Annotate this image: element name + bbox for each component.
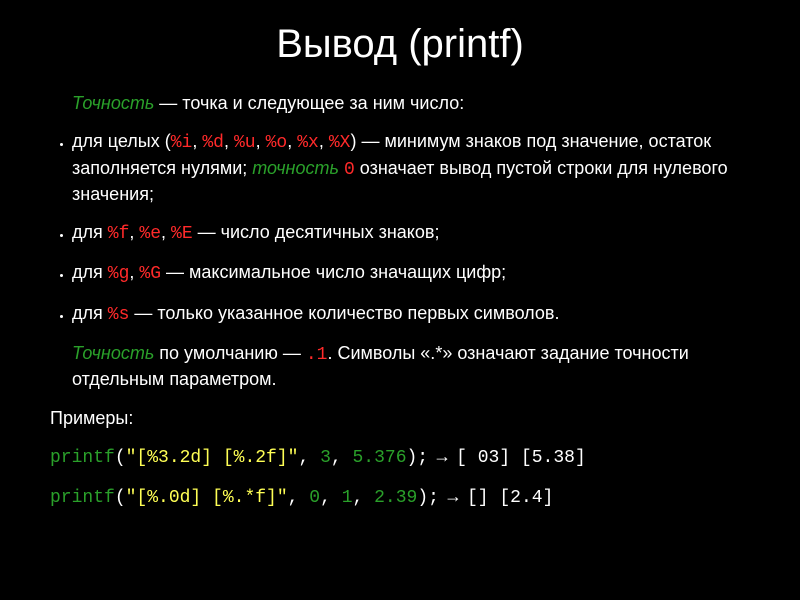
arg-int: 3 (320, 448, 331, 468)
arg-float: 2.39 (374, 488, 417, 508)
paren-open: ( (115, 448, 126, 468)
arg-float: 5.376 (352, 448, 406, 468)
bullet-pre: для (72, 262, 108, 282)
bullet-pre: для (72, 303, 108, 323)
paren-open: ( (115, 488, 126, 508)
arg-sep: , (298, 448, 320, 468)
printf-call: printf (50, 448, 115, 468)
format-specifier: %g (108, 264, 130, 284)
output: [ 03] [5.38] (456, 448, 586, 468)
arrow: → (439, 486, 467, 506)
default-precision-paragraph: Точность по умолчанию — .1. Символы «.*»… (50, 341, 750, 392)
arg-sep: , (320, 488, 342, 508)
paren-close: ); (407, 448, 429, 468)
bullet-pre: для целых ( (72, 131, 171, 151)
printf-call: printf (50, 488, 115, 508)
bullet-tail: — максимальное число значащих цифр; (161, 262, 506, 282)
bullet-item-s: для %s — только указанное количество пер… (72, 301, 750, 327)
format-specifier: %f (108, 224, 130, 244)
precision-zero: 0 (344, 160, 355, 180)
code-example-1: printf("[%3.2d] [%.2f]", 3, 5.376); → [ … (50, 444, 750, 470)
precision-term: точность (252, 158, 339, 178)
format-specifier: %s (108, 305, 130, 325)
bullet-tail: — число десятичных знаков; (193, 222, 440, 242)
format-specifier: %G (139, 264, 161, 284)
format-specifier: %e (139, 224, 161, 244)
bullet-item-integers: для целых (%i, %d, %u, %o, %x, %X) — мин… (72, 129, 750, 206)
output: [] [2.4] (467, 488, 553, 508)
paren-close: ); (417, 488, 439, 508)
format-specifier: %i (171, 133, 193, 153)
arg-sep: , (331, 448, 353, 468)
arg-int: 1 (342, 488, 353, 508)
slide: Вывод (printf) Точность — точка и следую… (0, 0, 800, 600)
default-value: .1 (306, 345, 328, 365)
default-mid: по умолчанию — (154, 343, 306, 363)
lead-paragraph: Точность — точка и следующее за ним числ… (50, 91, 750, 115)
format-specifier: %X (329, 133, 351, 153)
bullet-item-float: для %f, %e, %E — число десятичных знаков… (72, 220, 750, 246)
bullet-list: для целых (%i, %d, %u, %o, %x, %X) — мин… (50, 129, 750, 327)
lead-term: Точность (72, 93, 154, 113)
arrow: → (428, 446, 456, 466)
format-specifier: %E (171, 224, 193, 244)
bullet-item-g: для %g, %G — максимальное число значащих… (72, 260, 750, 286)
format-string: "[%.0d] [%.*f]" (126, 488, 288, 508)
format-specifier: %d (202, 133, 224, 153)
format-specifier: %x (297, 133, 319, 153)
bullet-tail: — только указанное количество первых сим… (129, 303, 559, 323)
default-term: Точность (72, 343, 154, 363)
arg-int: 0 (309, 488, 320, 508)
slide-title: Вывод (printf) (50, 0, 750, 67)
slide-body: Точность — точка и следующее за ним числ… (50, 91, 750, 511)
arg-sep: , (353, 488, 375, 508)
examples-label: Примеры: (50, 406, 750, 430)
arg-sep: , (288, 488, 310, 508)
format-specifier: %u (234, 133, 256, 153)
bullet-pre: для (72, 222, 108, 242)
format-string: "[%3.2d] [%.2f]" (126, 448, 299, 468)
lead-text: — точка и следующее за ним число: (154, 93, 464, 113)
format-specifier: %o (266, 133, 288, 153)
code-example-2: printf("[%.0d] [%.*f]", 0, 1, 2.39); → [… (50, 484, 750, 510)
